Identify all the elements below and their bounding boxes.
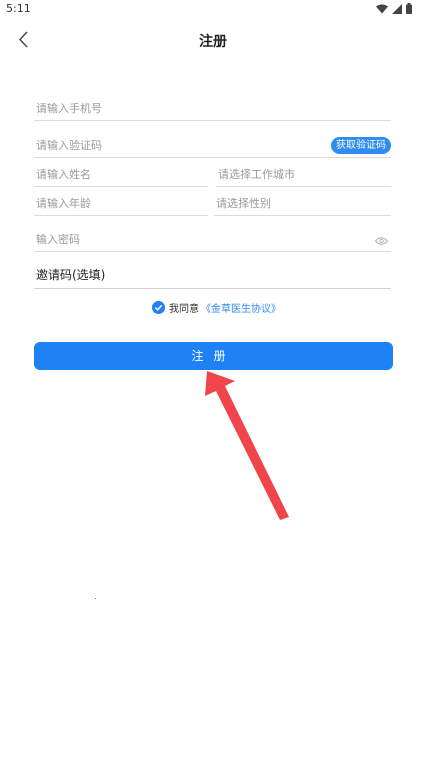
stray-dot [95,598,96,599]
checkbox-checked-icon[interactable] [152,301,165,314]
agreement-row: 我同意 《金草医生协议》 [152,300,281,315]
get-code-button[interactable]: 获取验证码 [331,137,391,154]
code-placeholder: 请输入验证码 [36,139,102,152]
status-bar: 5:11 [0,0,426,18]
agreement-link[interactable]: 《金草医生协议》 [201,300,281,315]
agree-text: 我同意 [169,304,199,315]
name-placeholder: 请输入姓名 [36,168,91,181]
battery-icon [406,3,412,14]
password-input[interactable]: 输入密码 [34,227,391,252]
invite-code-input[interactable]: 邀请码(选填) [34,264,391,289]
nav-bar: 注册 [0,22,426,58]
name-input[interactable]: 请输入姓名 [34,162,208,187]
password-placeholder: 输入密码 [36,233,80,246]
gender-placeholder: 请选择性别 [216,197,271,210]
age-input[interactable]: 请输入年龄 [34,191,208,216]
city-placeholder: 请选择工作城市 [218,168,295,181]
city-select[interactable]: 请选择工作城市 [216,162,391,187]
verification-code-input[interactable]: 请输入验证码 获取验证码 [34,133,391,158]
signal-icon [392,3,402,14]
phone-placeholder: 请输入手机号 [36,102,102,115]
page-title: 注册 [199,34,227,50]
phone-input[interactable]: 请输入手机号 [34,96,391,121]
invite-code-label: 邀请码(选填) [36,268,106,282]
status-icons [376,3,412,14]
age-placeholder: 请输入年龄 [36,197,91,210]
status-time: 5:11 [6,2,31,15]
gender-select[interactable]: 请选择性别 [214,191,391,216]
eye-icon[interactable] [375,237,388,245]
wifi-icon [376,4,388,13]
register-button[interactable]: 注册 [34,342,393,370]
